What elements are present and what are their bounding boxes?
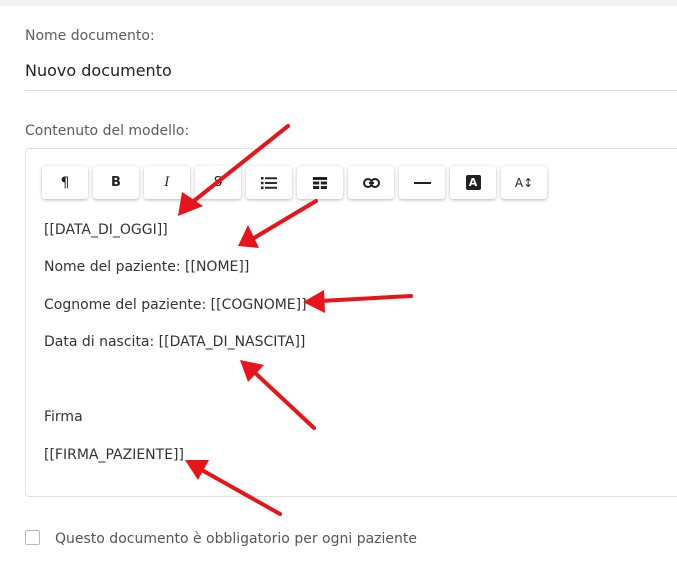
table-button[interactable]: [297, 166, 343, 199]
document-name-underline: [25, 90, 677, 91]
font-size-icon: A↕: [514, 175, 534, 190]
link-icon: [362, 177, 380, 188]
template-editor-page: Nome documento: Nuovo documento Contenut…: [0, 0, 677, 568]
font-size-button[interactable]: A↕: [501, 166, 547, 199]
editor-line-signature-label: Firma: [44, 409, 83, 425]
rich-text-editor[interactable]: [25, 148, 677, 497]
horizontal-rule-button[interactable]: [399, 166, 445, 199]
bold-icon: B: [111, 175, 121, 190]
mandatory-checkbox-label: Questo documento è obbligatorio per ogni…: [55, 531, 417, 547]
paragraph-button[interactable]: ¶: [42, 166, 88, 199]
horizontal-rule-icon: [413, 181, 431, 184]
mandatory-checkbox[interactable]: [25, 530, 40, 545]
editor-line-date: [[DATA_DI_OGGI]]: [44, 222, 168, 238]
paragraph-icon: ¶: [60, 174, 70, 191]
document-name-input[interactable]: Nuovo documento: [25, 61, 172, 80]
editor-line-first-name: Nome del paziente: [[NOME]]: [44, 259, 250, 275]
italic-button[interactable]: I: [144, 166, 190, 199]
document-name-label: Nome documento:: [25, 28, 155, 44]
italic-icon: I: [164, 175, 170, 190]
text-color-button[interactable]: A: [450, 166, 496, 199]
table-icon: [313, 176, 327, 189]
list-icon: [261, 176, 277, 189]
editor-line-birth-date: Data di nascita: [[DATA_DI_NASCITA]]: [44, 334, 306, 350]
strikethrough-button[interactable]: S: [195, 166, 241, 199]
template-content-label: Contenuto del modello:: [25, 123, 190, 139]
editor-line-last-name: Cognome del paziente: [[COGNOME]]: [44, 297, 307, 313]
bold-button[interactable]: B: [93, 166, 139, 199]
bulleted-list-button[interactable]: [246, 166, 292, 199]
top-bar: [0, 0, 677, 6]
editor-line-signature-placeholder: [[FIRMA_PAZIENTE]]: [44, 447, 184, 463]
text-color-icon: A: [465, 175, 481, 190]
link-button[interactable]: [348, 166, 394, 199]
strikethrough-icon: S: [213, 175, 223, 190]
